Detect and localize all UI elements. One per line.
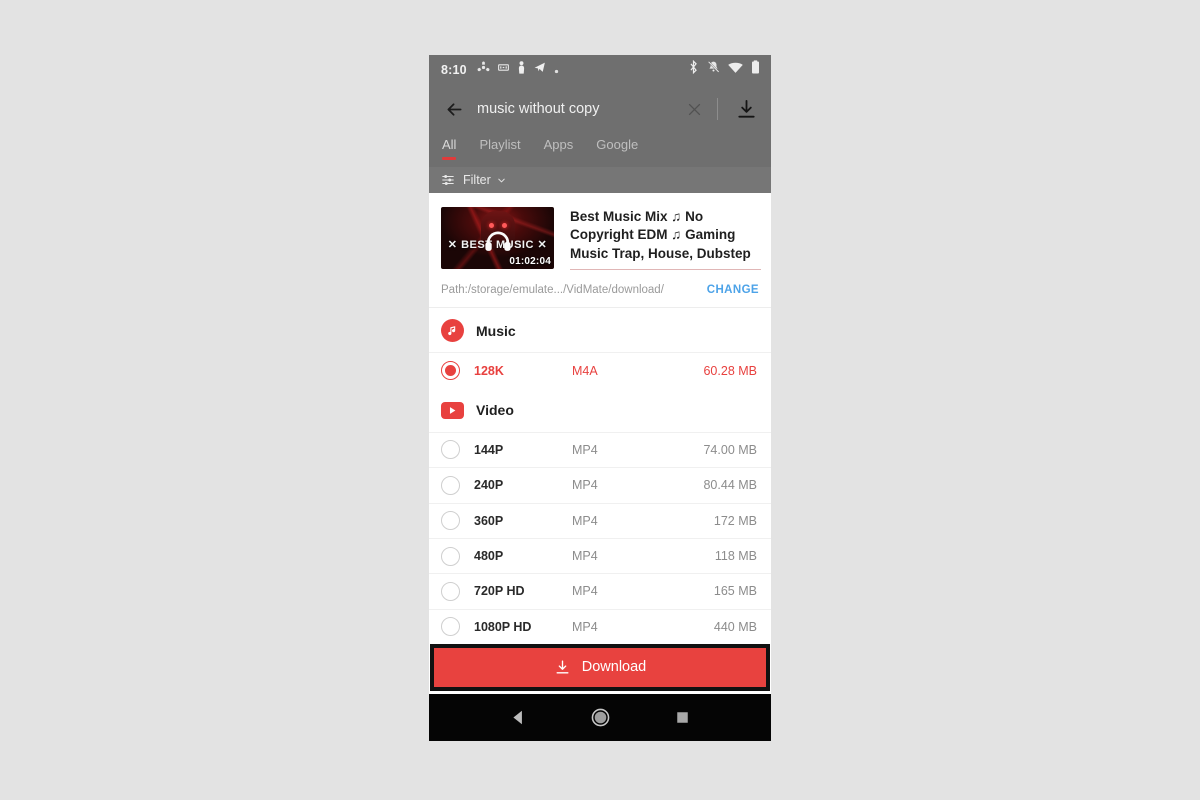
section-header-video: Video: [429, 388, 771, 432]
title-underline: [570, 269, 761, 271]
android-navigation-bar: [429, 694, 771, 741]
close-icon: [688, 103, 700, 115]
tab-google[interactable]: Google: [596, 134, 638, 167]
option-size-label: 74.00 MB: [703, 442, 757, 457]
status-bar-clock: 8:10: [441, 62, 467, 77]
option-size-label: 440 MB: [713, 619, 757, 634]
download-icon: [737, 99, 755, 118]
radio-button-1080p[interactable]: [441, 617, 460, 637]
option-format-label: MP4: [572, 442, 598, 457]
quality-option-row-144p[interactable]: 144P MP4 74.00 MB: [429, 431, 771, 467]
option-format-label: MP4: [572, 513, 598, 528]
quality-option-row-128k[interactable]: 128K M4A 60.28 MB: [429, 352, 771, 387]
person-icon: [517, 60, 526, 79]
radio-button-144p[interactable]: [441, 440, 460, 460]
filter-label: Filter: [463, 173, 491, 187]
nav-recents-button[interactable]: [662, 698, 702, 738]
download-button[interactable]: Download: [434, 647, 766, 687]
video-thumbnail[interactable]: ✕ BEST MUSIC ✕ 01:02:04: [441, 207, 554, 269]
hearing-aid-icon: [497, 61, 510, 79]
change-path-button[interactable]: CHANGE: [707, 284, 759, 296]
status-bar: 8:10: [429, 55, 771, 84]
radio-button-240p[interactable]: [441, 475, 460, 495]
radio-button-480p[interactable]: [441, 546, 460, 566]
phone-screen: 8:10 music without copy All Playlist App…: [429, 55, 771, 741]
tab-playlist[interactable]: Playlist: [479, 134, 520, 167]
battery-icon: [751, 60, 760, 79]
bluetooth-icon: [688, 59, 699, 79]
quality-option-row-1080p[interactable]: 1080P HD MP4 440 MB: [429, 608, 771, 644]
video-info-card: ✕ BEST MUSIC ✕ 01:02:04 Best Music Mix ♫…: [429, 193, 771, 278]
option-quality-label: 1080P HD: [474, 619, 532, 634]
video-title: Best Music Mix ♫ No Copyright EDM ♫ Gami…: [570, 209, 751, 261]
thumbnail-eye-right: [501, 223, 507, 228]
music-note-icon: [441, 319, 464, 343]
thumbnail-duration: 01:02:04: [509, 256, 551, 267]
option-quality-label: 480P: [474, 549, 504, 564]
thumbnail-eye-left: [488, 223, 494, 228]
radio-button-360p[interactable]: [441, 511, 460, 531]
status-bar-left-icons: [477, 60, 559, 79]
section-header-music: Music: [429, 308, 771, 352]
option-quality-label: 240P: [474, 478, 504, 493]
option-quality-label: 128K: [474, 363, 504, 378]
download-sheet: ✕ BEST MUSIC ✕ 01:02:04 Best Music Mix ♫…: [429, 193, 771, 694]
option-format-label: M4A: [572, 363, 598, 378]
option-format-label: MP4: [572, 478, 598, 493]
sync-icon: [477, 61, 490, 79]
option-format-label: MP4: [572, 619, 598, 634]
option-size-label: 80.44 MB: [703, 478, 757, 493]
section-title-video: Video: [476, 402, 514, 419]
section-title-music: Music: [476, 322, 516, 339]
telegram-icon: [533, 61, 547, 79]
arrow-back-icon: [447, 102, 461, 116]
status-bar-right-icons: [688, 59, 760, 79]
quality-option-row-720p[interactable]: 720P HD MP4 165 MB: [429, 573, 771, 608]
option-format-label: MP4: [572, 584, 598, 599]
quality-option-row-360p[interactable]: 360P MP4 172 MB: [429, 502, 771, 538]
search-tabs: All Playlist Apps Google: [429, 134, 771, 167]
option-size-label: 118 MB: [714, 549, 757, 564]
toolbar-divider: [717, 98, 718, 120]
download-icon: [556, 660, 569, 674]
nav-home-circle-icon: [591, 708, 609, 727]
search-query-text[interactable]: music without copy: [477, 101, 680, 117]
download-path-row: Path:/storage/emulate.../VidMate/downloa…: [429, 278, 771, 309]
quality-option-row-240p[interactable]: 240P MP4 80.44 MB: [429, 467, 771, 502]
filter-sliders-icon: [442, 175, 454, 185]
search-toolbar: music without copy: [429, 84, 771, 134]
download-button-label: Download: [581, 659, 647, 676]
nav-back-triangle-icon: [512, 710, 522, 725]
tab-apps[interactable]: Apps: [544, 134, 574, 167]
filter-bar[interactable]: Filter: [429, 167, 771, 193]
radio-button-128k[interactable]: [441, 361, 460, 381]
notifications-muted-icon: [707, 60, 720, 79]
headphones-icon: [484, 231, 511, 251]
nav-home-button[interactable]: [580, 698, 620, 738]
chevron-down-icon: [498, 178, 505, 182]
option-quality-label: 720P HD: [474, 584, 525, 599]
option-quality-label: 144P: [474, 442, 504, 457]
back-button[interactable]: [437, 92, 471, 126]
tab-all[interactable]: All: [442, 134, 457, 167]
dot-icon: [554, 61, 559, 79]
download-button-highlight: Download: [430, 643, 770, 691]
clear-search-button[interactable]: [680, 95, 708, 123]
video-play-icon: [441, 401, 464, 419]
option-format-label: MP4: [572, 549, 598, 564]
option-size-label: 172 MB: [713, 513, 757, 528]
wifi-icon: [728, 61, 743, 79]
toolbar-download-button[interactable]: [731, 94, 761, 124]
quality-option-row-480p[interactable]: 480P MP4 118 MB: [429, 537, 771, 573]
video-title-wrap: Best Music Mix ♫ No Copyright EDM ♫ Gami…: [570, 207, 761, 271]
option-quality-label: 360P: [474, 513, 504, 528]
nav-recents-square-icon: [676, 712, 688, 723]
nav-back-button[interactable]: [498, 698, 538, 738]
option-size-label: 60.28 MB: [703, 363, 757, 378]
download-path-text: Path:/storage/emulate.../VidMate/downloa…: [441, 284, 664, 297]
option-size-label: 165 MB: [713, 584, 757, 599]
radio-button-720p[interactable]: [441, 581, 460, 601]
